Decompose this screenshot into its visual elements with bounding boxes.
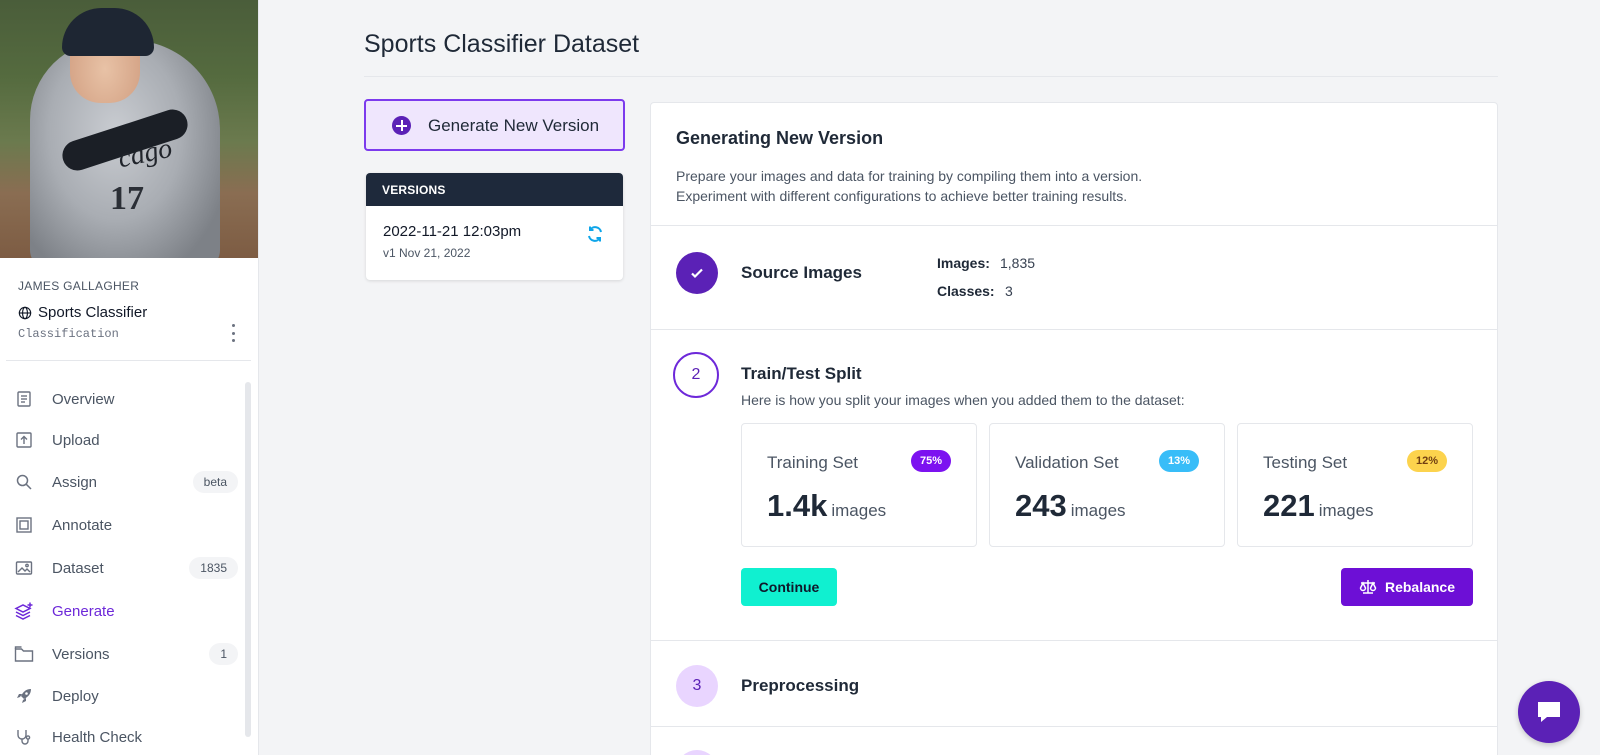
- continue-button[interactable]: Continue: [741, 568, 837, 606]
- scale-icon: [1359, 580, 1377, 594]
- rebalance-button[interactable]: Rebalance: [1341, 568, 1473, 606]
- project-name[interactable]: Sports Classifier: [18, 304, 147, 321]
- split-count-unit: images: [831, 501, 887, 520]
- project-name-label: Sports Classifier: [38, 304, 148, 321]
- chat-icon: [1538, 702, 1560, 722]
- sidebar-item-label: Assign: [52, 473, 98, 491]
- sidebar-item-label: Generate: [52, 602, 115, 620]
- sidebar-item-label: Annotate: [52, 516, 113, 534]
- split-count: 221 images: [1263, 488, 1374, 524]
- split-name: Validation Set: [1015, 453, 1119, 472]
- testing-set-card: Testing Set 12% 221 images: [1237, 423, 1473, 547]
- training-set-card: Training Set 75% 1.4k images: [741, 423, 977, 547]
- split-count-value: 243: [1015, 488, 1067, 523]
- beta-badge: beta: [192, 471, 238, 493]
- sidebar-item-assign[interactable]: Assign beta: [14, 468, 238, 496]
- sidebar-item-annotate[interactable]: Annotate: [14, 511, 238, 539]
- classes-label: Classes:: [937, 283, 995, 299]
- versions-header: VERSIONS: [366, 173, 623, 206]
- classes-value: 3: [1005, 283, 1013, 299]
- folder-icon: [14, 644, 34, 664]
- sidebar-scrollbar[interactable]: [245, 382, 251, 737]
- sidebar-item-dataset[interactable]: Dataset 1835: [14, 554, 238, 582]
- panel-description-line: Experiment with different configurations…: [676, 188, 1128, 204]
- project-owner: JAMES GALLAGHER: [18, 279, 140, 293]
- rebalance-label: Rebalance: [1384, 579, 1456, 595]
- generate-version-panel: Generating New Version Prepare your imag…: [650, 102, 1498, 755]
- sidebar-item-generate[interactable]: Generate: [14, 597, 238, 625]
- preprocessing-step-title[interactable]: Preprocessing: [741, 676, 859, 696]
- generate-new-version-label: Generate New Version: [428, 116, 600, 135]
- panel-divider: [651, 225, 1497, 226]
- step-number: 3: [676, 665, 718, 707]
- version-title: 2022-11-21 12:03pm: [383, 223, 522, 240]
- layers-plus-icon: [14, 601, 34, 621]
- sidebar-item-upload[interactable]: Upload: [14, 426, 238, 454]
- globe-icon: [18, 306, 32, 319]
- sidebar-item-label: Deploy: [52, 687, 99, 705]
- sidebar-item-health-check[interactable]: Health Check: [14, 723, 238, 751]
- sidebar-item-label: Overview: [52, 390, 115, 408]
- upload-icon: [14, 430, 34, 450]
- step-number-next: [676, 750, 718, 755]
- title-divider: [364, 76, 1498, 77]
- split-description: Here is how you split your images when y…: [741, 392, 1185, 408]
- panel-divider: [651, 726, 1497, 727]
- rocket-icon: [14, 686, 34, 706]
- source-images-step-title: Source Images: [741, 263, 862, 282]
- split-count-unit: images: [1070, 501, 1126, 520]
- panel-divider: [651, 640, 1497, 641]
- panel-divider: [651, 329, 1497, 330]
- split-name: Training Set: [767, 453, 859, 472]
- project-type: Classification: [18, 327, 119, 341]
- search-icon: [14, 472, 34, 492]
- validation-set-card: Validation Set 13% 243 images: [989, 423, 1225, 547]
- split-name: Testing Set: [1263, 453, 1348, 472]
- sidebar-item-versions[interactable]: Versions 1: [14, 640, 238, 668]
- images-label: Images:: [937, 255, 990, 271]
- step-complete-check: [676, 252, 718, 294]
- plus-circle-icon: [392, 116, 411, 135]
- page-title: Sports Classifier Dataset: [364, 30, 640, 58]
- sidebar-divider: [6, 360, 251, 361]
- versions-list: VERSIONS 2022-11-21 12:03pm v1 Nov 21, 2…: [366, 173, 623, 280]
- sidebar-item-label: Versions: [52, 645, 110, 663]
- train-test-split-step-title: Train/Test Split: [741, 364, 862, 383]
- split-percent-badge: 12%: [1406, 450, 1447, 472]
- images-value: 1,835: [1000, 255, 1036, 271]
- split-count-value: 221: [1263, 488, 1315, 523]
- image-count-badge: 1835: [189, 557, 238, 579]
- panel-title: Generating New Version: [676, 128, 884, 148]
- project-menu-icon[interactable]: [228, 324, 238, 342]
- split-percent-badge: 75%: [910, 450, 951, 472]
- chat-widget-button[interactable]: [1518, 681, 1580, 743]
- version-item[interactable]: 2022-11-21 12:03pm v1 Nov 21, 2022: [366, 206, 623, 280]
- sidebar-item-deploy[interactable]: Deploy: [14, 682, 238, 710]
- sidebar-item-label: Dataset: [52, 559, 104, 577]
- split-percent-badge: 13%: [1158, 450, 1199, 472]
- sidebar-item-label: Health Check: [52, 728, 143, 746]
- panel-description-line: Prepare your images and data for trainin…: [676, 168, 1143, 184]
- stethoscope-icon: [14, 727, 34, 747]
- sidebar-item-label: Upload: [52, 431, 100, 449]
- version-subtitle: v1 Nov 21, 2022: [383, 246, 471, 260]
- step-number: 2: [673, 352, 719, 398]
- sidebar: cago 17 JAMES GALLAGHER Sports Classifie…: [0, 0, 259, 755]
- split-count: 243 images: [1015, 488, 1126, 524]
- annotate-icon: [14, 515, 34, 535]
- generate-new-version-button[interactable]: Generate New Version: [364, 99, 625, 151]
- sync-icon[interactable]: [586, 225, 604, 243]
- version-count-badge: 1: [209, 643, 238, 665]
- sidebar-item-overview[interactable]: Overview: [14, 385, 238, 413]
- split-count: 1.4k images: [767, 488, 886, 524]
- check-icon: [691, 268, 703, 279]
- panel-description: Prepare your images and data for trainin…: [676, 166, 1142, 206]
- split-count-value: 1.4k: [767, 488, 828, 523]
- images-icon: [14, 558, 34, 578]
- project-cover-image: cago 17: [0, 0, 258, 258]
- split-count-unit: images: [1318, 501, 1374, 520]
- book-icon: [14, 389, 34, 409]
